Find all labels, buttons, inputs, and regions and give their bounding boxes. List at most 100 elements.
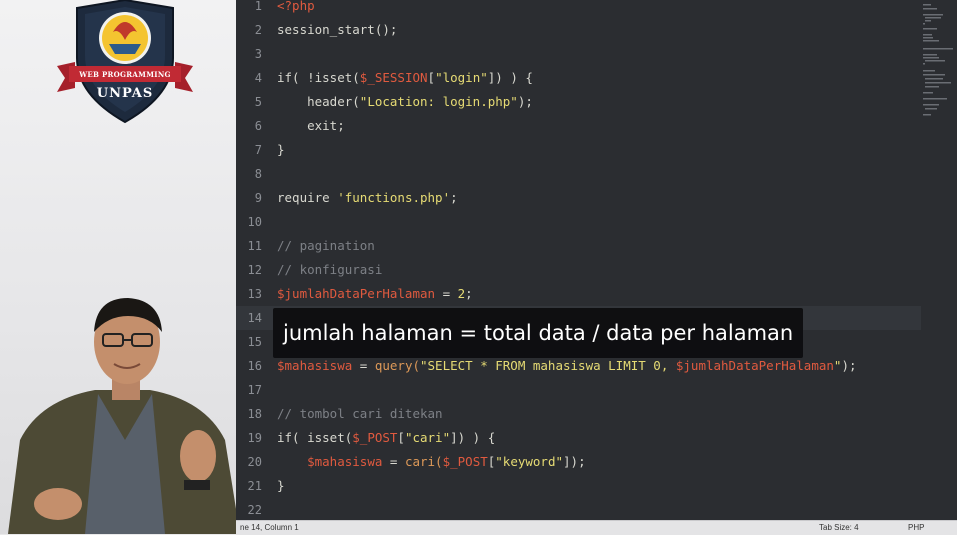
code-text: header("Location: login.php"); <box>277 90 533 114</box>
code-line[interactable]: 22 <box>236 498 921 520</box>
code-token: } <box>277 478 285 493</box>
line-number: 6 <box>254 119 262 133</box>
cursor-position: ne 14, Column 1 <box>240 523 299 532</box>
code-token: ; <box>450 190 458 205</box>
code-line[interactable]: 10 <box>236 210 921 234</box>
code-token: = <box>382 454 405 469</box>
code-token: "SELECT * FROM mahasiswa LIMIT 0, <box>420 358 676 373</box>
code-token: = <box>352 358 375 373</box>
code-token: session_start(); <box>277 22 398 37</box>
line-number: 15 <box>247 335 262 349</box>
code-token: exit; <box>277 118 345 133</box>
line-number: 16 <box>247 359 262 373</box>
code-text: // konfigurasi <box>277 258 382 282</box>
code-line[interactable]: 1 <?php <box>236 0 921 18</box>
code-text: if( isset($_POST["cari"]) ) { <box>277 426 495 450</box>
code-token: <?php <box>277 0 315 13</box>
line-number: 14 <box>247 311 262 325</box>
code-line[interactable]: 9 require 'functions.php'; <box>236 186 921 210</box>
code-token: 'functions.php' <box>337 190 451 205</box>
line-number: 4 <box>254 71 262 85</box>
line-number: 18 <box>247 407 262 421</box>
code-line[interactable]: 2 session_start(); <box>236 18 921 42</box>
code-token: query( <box>374 358 420 373</box>
code-token: $mahasiswa <box>277 358 353 373</box>
line-number: 20 <box>247 455 262 469</box>
line-number: 11 <box>247 239 262 253</box>
code-line[interactable]: 6 exit; <box>236 114 921 138</box>
code-token: "cari" <box>404 430 451 445</box>
code-token: // konfigurasi <box>277 262 383 277</box>
code-token: ]) ) { <box>450 430 496 445</box>
code-token: ); <box>841 358 857 373</box>
line-number: 3 <box>254 47 262 61</box>
web-programming-unpas-logo: WEB PROGRAMMING UNPAS <box>57 0 193 124</box>
code-token: $_POST <box>352 430 398 445</box>
code-token: = <box>435 286 458 301</box>
code-line[interactable]: 13 $jumlahDataPerHalaman = 2; <box>236 282 921 306</box>
code-line[interactable]: 8 <box>236 162 921 186</box>
line-number: 19 <box>247 431 262 445</box>
code-token: "login" <box>435 70 488 85</box>
code-text: $mahasiswa = cari($_POST["keyword"]); <box>277 450 586 474</box>
code-text: $jumlahDataPerHalaman = 2; <box>277 282 473 306</box>
line-number: 7 <box>254 143 262 157</box>
code-line[interactable]: 19 if( isset($_POST["cari"]) ) { <box>236 426 921 450</box>
line-number: 5 <box>254 95 262 109</box>
minimap[interactable] <box>921 0 957 520</box>
code-token: header( <box>277 94 360 109</box>
badge-line2: UNPAS <box>97 86 154 101</box>
code-line[interactable]: 21} <box>236 474 921 498</box>
code-token: ); <box>517 94 533 109</box>
code-token: // pagination <box>277 238 375 253</box>
code-token: $_POST <box>442 454 488 469</box>
line-number: 22 <box>247 503 262 517</box>
code-token: cari( <box>404 454 443 469</box>
video-background: WEB PROGRAMMING UNPAS <box>0 0 236 534</box>
code-token: "keyword" <box>495 454 564 469</box>
code-line[interactable]: 7} <box>236 138 921 162</box>
status-bar: ne 14, Column 1 Tab Size: 4 PHP <box>236 520 957 535</box>
code-token: } <box>277 142 285 157</box>
code-text: session_start(); <box>277 18 397 42</box>
code-line[interactable]: 11 // pagination <box>236 234 921 258</box>
line-number: 1 <box>254 0 262 13</box>
code-line[interactable]: 12 // konfigurasi <box>236 258 921 282</box>
code-token: $_SESSION <box>359 70 428 85</box>
code-text: <?php <box>277 0 315 18</box>
code-text: require 'functions.php'; <box>277 186 458 210</box>
code-text: } <box>277 138 285 162</box>
code-text: // tombol cari ditekan <box>277 402 443 426</box>
code-token: $mahasiswa <box>307 454 383 469</box>
code-text: if( !isset($_SESSION["login"]) ) { <box>277 66 533 90</box>
code-token: if( !isset( <box>277 70 360 85</box>
code-line[interactable]: 17 <box>236 378 921 402</box>
code-line[interactable]: 3 <box>236 42 921 66</box>
line-number: 9 <box>254 191 262 205</box>
code-text: exit; <box>277 114 345 138</box>
code-token: if( isset( <box>277 430 353 445</box>
tab-size-selector[interactable]: Tab Size: 4 <box>819 523 859 532</box>
code-token: [ <box>427 70 436 85</box>
video-subtitle: jumlah halaman = total data / data per h… <box>273 308 804 358</box>
presenter-video <box>8 298 236 534</box>
code-token: ]); <box>563 454 586 469</box>
code-text: } <box>277 474 285 498</box>
code-token: [ <box>397 430 405 445</box>
line-number: 10 <box>247 215 262 229</box>
badge-line1: WEB PROGRAMMING <box>78 70 171 79</box>
code-token: ]) ) { <box>487 70 533 85</box>
code-line[interactable]: 18 // tombol cari ditekan <box>236 402 921 426</box>
line-number: 12 <box>247 263 262 277</box>
code-editor[interactable]: 1 <?php 2 session_start(); 3 4 if( !isset($_SE… <box>236 0 957 520</box>
syntax-selector[interactable]: PHP <box>908 523 924 532</box>
code-line[interactable]: 5 header("Location: login.php"); <box>236 90 921 114</box>
line-number: 13 <box>247 287 262 301</box>
line-number: 21 <box>247 479 262 493</box>
code-token: // tombol cari ditekan <box>277 406 443 421</box>
code-token: ; <box>465 286 473 301</box>
code-token: $jumlahDataPerHalaman <box>675 358 834 373</box>
code-line[interactable]: 4 if( !isset($_SESSION["login"]) ) { <box>236 66 921 90</box>
code-line[interactable]: 20 $mahasiswa = cari($_POST["keyword"]); <box>236 450 921 474</box>
